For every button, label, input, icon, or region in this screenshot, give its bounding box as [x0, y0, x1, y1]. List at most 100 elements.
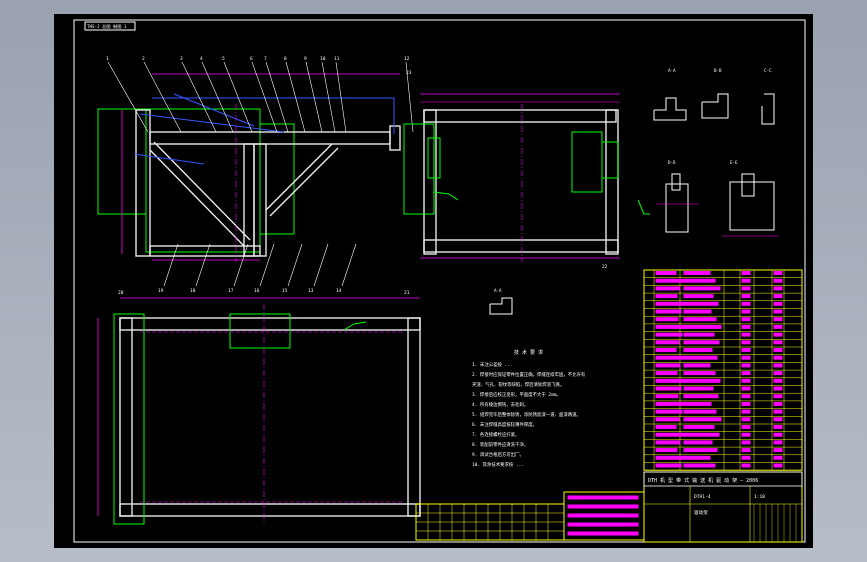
parts-list-qty-cell [741, 432, 751, 437]
parts-list-code-cell [655, 440, 681, 445]
parts-list-code-cell [655, 294, 678, 299]
note-line-7: 7. 各连接螺栓应拧紧。 [472, 431, 519, 438]
balloon-top-2: 2 [142, 56, 145, 62]
balloon-top-1: 1 [106, 56, 109, 62]
parts-list-code-cell [655, 340, 680, 345]
parts-list-mat-cell [773, 371, 783, 376]
parts-list-code-cell [655, 463, 682, 468]
side-weld-mark [433, 191, 459, 201]
parts-list-name-cell [683, 463, 716, 468]
plan-bottom-beam [119, 503, 421, 517]
approval-entry [567, 522, 639, 527]
parts-list-code-cell [655, 409, 683, 414]
parts-list-name-cell [683, 455, 711, 460]
balloon-leader [265, 61, 289, 133]
front-right-outline [259, 123, 295, 235]
note-line-4: 4. 所有棱边倒钝，去毛刺。 [472, 401, 528, 408]
parts-list-code-cell [655, 317, 679, 322]
balloon-leader [287, 243, 303, 287]
parts-list-code-cell [655, 348, 677, 352]
side-right-outline [571, 131, 603, 193]
front-brace-left-2 [153, 141, 251, 241]
balloon-leader [285, 61, 306, 133]
title-main-text: DTH 机 型 带 式 输 送 机 驱 动 架 — 2006 [648, 477, 758, 484]
note-line-0: 1. 未注公差按 ... [472, 361, 512, 368]
balloon-leader [313, 243, 329, 287]
hidden-line-diag-2 [173, 93, 255, 127]
parts-list-qty-cell [741, 332, 751, 337]
side-bottom-beam [423, 239, 619, 253]
front-end-plate [389, 125, 401, 151]
parts-list-mat-cell [773, 301, 783, 306]
balloon-right-22: 22 [602, 264, 608, 270]
parts-list-mat-cell [773, 363, 783, 368]
front-brace-left [149, 149, 245, 247]
balloon-side-13: 13 [308, 288, 314, 294]
parts-list-code-cell [655, 271, 677, 275]
parts-list-code-cell [655, 432, 684, 437]
parts-list-name-cell [683, 425, 715, 429]
plan-left-beam [119, 317, 133, 517]
balloon-top-3: 3 [180, 56, 183, 62]
section-label-4: E-E [730, 160, 738, 165]
front-brace-right-2 [269, 147, 339, 217]
approval-entry [567, 504, 639, 509]
parts-list-code-cell [655, 448, 678, 453]
parts-list-mat-cell [773, 425, 783, 429]
parts-list-qty-cell [741, 425, 751, 429]
note-line-2: 夹渣、气孔、裂纹等缺陷，焊后清除焊渣飞溅。 [472, 381, 564, 388]
hidden-line-top [152, 97, 395, 134]
parts-list-code-cell [655, 286, 681, 291]
section-dd-plate [665, 183, 689, 233]
parts-list-mat-cell [773, 440, 783, 445]
parts-list-name-cell [683, 401, 712, 406]
parts-list-name-cell [683, 309, 712, 314]
parts-list-name-cell [683, 348, 713, 352]
hidden-line-left [133, 153, 205, 165]
section-ff-label: A-A [494, 288, 502, 293]
section-bb-profile [701, 93, 729, 119]
parts-list-mat-cell [773, 332, 783, 337]
drawing-canvas[interactable]: THS-J 总图 制图 1 1 2 3 4 5 6 7 8 9 10 11 12 19 18 17 16 15 13… [54, 14, 813, 548]
balloon-leader [259, 243, 275, 287]
note-line-8: 8. 装配前零件应清洗干净。 [472, 441, 528, 448]
parts-list-code-cell [655, 355, 684, 360]
parts-list-mat-cell [773, 448, 783, 453]
section-ee-bolt [741, 173, 755, 197]
front-top-beam [149, 131, 391, 145]
parts-list-qty-cell [741, 394, 751, 399]
plan-right-beam [407, 317, 421, 517]
parts-list-mat-cell [773, 278, 783, 283]
hidden-line-diag [139, 113, 285, 133]
cad-viewport[interactable]: THS-J 总图 制图 1 1 2 3 4 5 6 7 8 9 10 11 12 19 18 17 16 15 13… [0, 0, 867, 562]
parts-list-mat-cell [773, 409, 783, 414]
parts-list-name-cell [683, 317, 717, 322]
parts-list-code-cell [655, 394, 679, 399]
notes-title: 技 术 要 求 [514, 349, 543, 356]
parts-list-qty-cell [741, 448, 751, 453]
note-line-6: 6. 未注焊缝高度按较薄件厚度。 [472, 421, 537, 428]
parts-list-code-cell [655, 332, 683, 337]
parts-list-mat-cell [773, 417, 783, 422]
balloon-top-4: 4 [200, 56, 203, 62]
parts-list-qty-cell [741, 340, 751, 345]
parts-list-mat-cell [773, 324, 783, 329]
balloon-side-17: 17 [228, 288, 234, 294]
parts-list-mat-cell [773, 309, 783, 314]
title-scale: 1:10 [754, 494, 765, 500]
parts-list-name-cell [683, 301, 719, 306]
balloon-leader [335, 61, 347, 133]
parts-list-qty-cell [741, 348, 751, 352]
parts-list-code-cell [655, 324, 686, 329]
parts-list-mat-cell [773, 432, 783, 437]
note-line-5: 5. 组焊完毕后整体除锈，涂防锈底漆一道、面漆两道。 [472, 411, 581, 418]
note-line-1: 2. 焊接时应保证零件位置正确，焊缝连续牢固，不允许有 [472, 371, 586, 378]
parts-list-qty-cell [741, 409, 751, 414]
parts-list-name-cell [683, 409, 717, 414]
section-label-0: A-A [668, 68, 676, 73]
parts-list-qty-cell [741, 440, 751, 445]
note-line-3: 3. 焊接后应校正变形，平面度不大于 2mm。 [472, 391, 561, 398]
title-drawing-no: DTH1-4 [694, 494, 711, 500]
balloon-leader [195, 243, 211, 287]
parts-list-mat-cell [773, 340, 783, 345]
